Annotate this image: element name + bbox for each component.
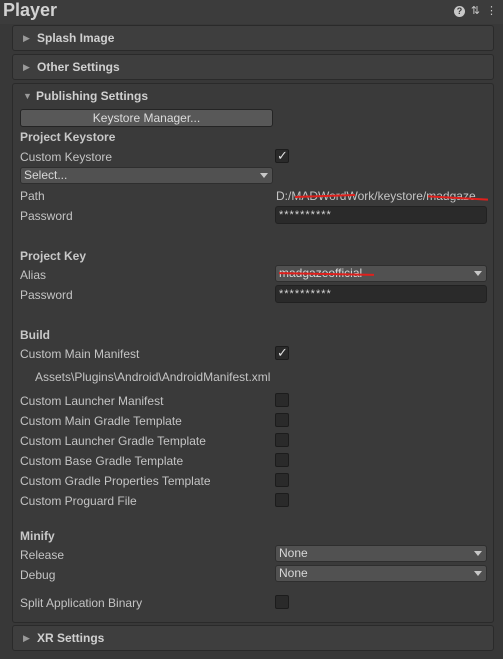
build-option-label: Custom Launcher Manifest bbox=[20, 394, 164, 408]
custom-keystore-label: Custom Keystore bbox=[20, 150, 113, 164]
foldout-label: Publishing Settings bbox=[36, 89, 149, 103]
project-keystore-title: Project Keystore bbox=[20, 130, 116, 144]
custom-base-gradle-template-checkbox[interactable] bbox=[275, 453, 289, 467]
foldout-xr-settings[interactable]: ▶ XR Settings bbox=[12, 625, 494, 651]
foldout-label: Splash Image bbox=[37, 31, 115, 45]
dropdown-caret-icon bbox=[474, 571, 482, 576]
minify-title: Minify bbox=[20, 529, 55, 543]
keystore-select-value: Select... bbox=[24, 168, 68, 182]
alias-label: Alias bbox=[20, 268, 47, 282]
foldout-arrow-right-icon: ▶ bbox=[23, 33, 30, 43]
foldout-splash-image[interactable]: ▶ Splash Image bbox=[12, 25, 494, 51]
build-option-label: Custom Launcher Gradle Template bbox=[20, 434, 206, 448]
header-icons: ? ⇅ ⋮ bbox=[454, 6, 497, 17]
release-label: Release bbox=[20, 548, 65, 562]
custom-launcher-manifest-checkbox[interactable] bbox=[275, 393, 289, 407]
custom-main-manifest-checkbox[interactable]: ✓ bbox=[275, 345, 289, 360]
minify-release-dropdown[interactable]: None bbox=[275, 545, 487, 562]
custom-main-gradle-template-checkbox[interactable] bbox=[275, 413, 289, 427]
keystore-manager-button[interactable]: Keystore Manager... bbox=[20, 109, 273, 127]
custom-proguard-file-checkbox[interactable] bbox=[275, 493, 289, 507]
foldout-publishing-settings[interactable]: ▼ Publishing Settings bbox=[13, 84, 493, 108]
release-value: None bbox=[279, 546, 308, 560]
manifest-path: Assets\Plugins\Android\AndroidManifest.x… bbox=[35, 370, 271, 384]
foldout-arrow-down-icon: ▼ bbox=[23, 91, 32, 101]
minify-debug-dropdown[interactable]: None bbox=[275, 565, 487, 582]
build-title: Build bbox=[20, 328, 50, 342]
dropdown-caret-icon bbox=[474, 271, 482, 276]
custom-gradle-properties-template-checkbox[interactable] bbox=[275, 473, 289, 487]
key-password-label: Password bbox=[20, 288, 73, 302]
foldout-arrow-right-icon: ▶ bbox=[23, 633, 30, 643]
custom-launcher-gradle-template-checkbox[interactable] bbox=[275, 433, 289, 447]
split-application-binary-checkbox[interactable] bbox=[275, 595, 289, 609]
inspector-header: Player ? ⇅ ⋮ bbox=[0, 0, 503, 24]
foldout-other-settings[interactable]: ▶ Other Settings bbox=[12, 54, 494, 80]
settings-sliders-icon[interactable]: ⇅ bbox=[470, 6, 481, 17]
build-option-label: Custom Gradle Properties Template bbox=[20, 474, 211, 488]
foldout-label: Other Settings bbox=[37, 60, 120, 74]
build-option-label: Custom Main Gradle Template bbox=[20, 414, 182, 428]
debug-value: None bbox=[279, 566, 308, 580]
keystore-select-dropdown[interactable]: Select... bbox=[20, 167, 273, 184]
foldout-label: XR Settings bbox=[37, 631, 105, 645]
publishing-settings-panel: ▼ Publishing Settings Keystore Manager..… bbox=[12, 83, 494, 623]
custom-main-manifest-label: Custom Main Manifest bbox=[20, 347, 140, 361]
keystore-password-field[interactable]: ********** bbox=[275, 206, 487, 224]
custom-keystore-checkbox[interactable]: ✓ bbox=[275, 148, 289, 163]
key-password-field[interactable]: ********** bbox=[275, 285, 487, 303]
split-binary-label: Split Application Binary bbox=[20, 596, 143, 610]
build-option-label: Custom Proguard File bbox=[20, 494, 137, 508]
dropdown-caret-icon bbox=[260, 173, 268, 178]
checkmark-icon: ✓ bbox=[277, 345, 288, 360]
project-key-title: Project Key bbox=[20, 249, 87, 263]
build-option-label: Custom Base Gradle Template bbox=[20, 454, 184, 468]
inspector-title: Player bbox=[3, 0, 58, 20]
keystore-password-label: Password bbox=[20, 209, 73, 223]
more-icon[interactable]: ⋮ bbox=[486, 6, 497, 17]
checkmark-icon: ✓ bbox=[277, 148, 288, 163]
foldout-arrow-right-icon: ▶ bbox=[23, 62, 30, 72]
dropdown-caret-icon bbox=[474, 551, 482, 556]
path-label: Path bbox=[20, 189, 45, 203]
help-icon[interactable]: ? bbox=[454, 6, 465, 17]
debug-label: Debug bbox=[20, 568, 56, 582]
